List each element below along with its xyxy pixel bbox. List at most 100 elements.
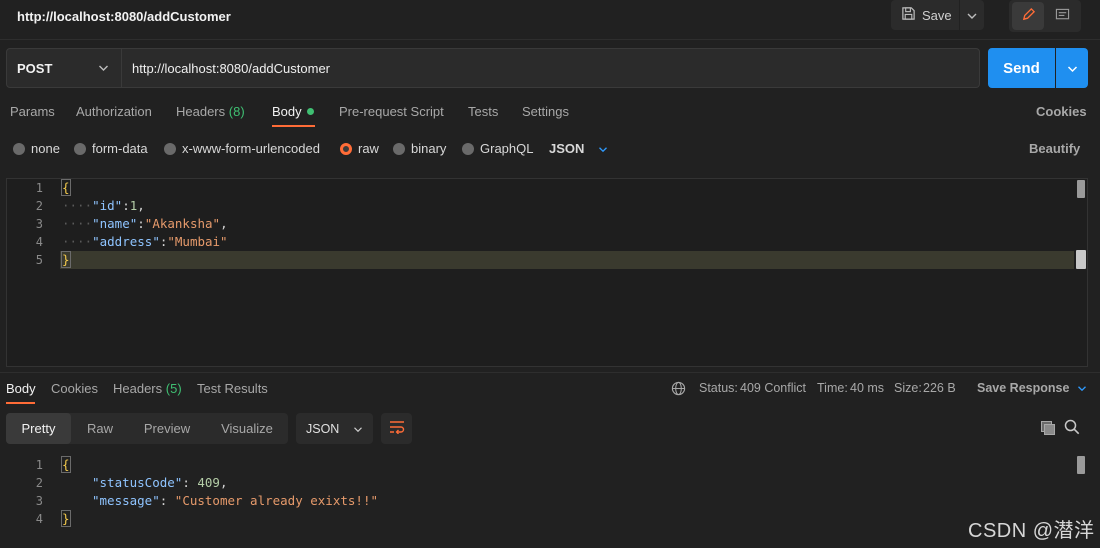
indent-guide: ···· bbox=[62, 234, 93, 249]
radio-none[interactable]: none bbox=[13, 141, 60, 156]
line-number: 3 bbox=[35, 217, 43, 231]
radio-circle bbox=[393, 142, 405, 155]
request-tab-title[interactable]: http://localhost:8080/addCustomer bbox=[17, 9, 231, 24]
headers-count-badge: (8) bbox=[228, 104, 245, 119]
size-value[interactable]: 226 B bbox=[923, 381, 956, 395]
radio-raw[interactable]: raw bbox=[340, 141, 379, 156]
editor-scrollbar[interactable] bbox=[1077, 180, 1085, 198]
radio-circle-selected bbox=[340, 142, 352, 155]
json-value: 409 bbox=[197, 475, 220, 490]
globe-icon[interactable] bbox=[671, 381, 686, 399]
send-options-button[interactable] bbox=[1056, 48, 1088, 88]
tab-tests[interactable]: Tests bbox=[468, 104, 498, 119]
editor-scroll-marker bbox=[1076, 250, 1086, 269]
close-brace: } bbox=[61, 510, 71, 527]
save-icon bbox=[901, 6, 916, 24]
response-code-line: "statusCode": 409, bbox=[92, 475, 227, 490]
line-number: 1 bbox=[35, 181, 43, 195]
view-tab-raw[interactable]: Raw bbox=[73, 413, 127, 444]
line-number: 4 bbox=[35, 235, 43, 249]
save-button[interactable]: Save bbox=[891, 0, 959, 30]
save-response-label: Save Response bbox=[977, 381, 1070, 395]
line-number: 3 bbox=[35, 494, 43, 508]
view-tab-visualize[interactable]: Visualize bbox=[207, 413, 287, 444]
view-tab-pretty[interactable]: Pretty bbox=[6, 413, 71, 444]
copy-icon[interactable] bbox=[1040, 420, 1056, 439]
code-line: } bbox=[61, 251, 71, 268]
radio-label: GraphQL bbox=[480, 141, 534, 156]
json-key: "name" bbox=[92, 216, 138, 231]
tab-body[interactable]: Body bbox=[272, 104, 314, 119]
status-label: Status: bbox=[699, 381, 738, 395]
beautify-button[interactable]: Beautify bbox=[1029, 141, 1080, 156]
tab-params[interactable]: Params bbox=[10, 104, 55, 119]
response-tab-test-results[interactable]: Test Results bbox=[197, 381, 268, 396]
indent-guide: ···· bbox=[62, 198, 93, 213]
json-value: "Customer already exixts!!" bbox=[174, 493, 378, 508]
wrap-lines-button[interactable] bbox=[381, 413, 412, 444]
send-button[interactable]: Send bbox=[988, 48, 1055, 88]
tab-headers[interactable]: Headers (8) bbox=[176, 104, 245, 119]
time-value[interactable]: 40 ms bbox=[850, 381, 884, 395]
watermark-text: CSDN @潜洋 bbox=[968, 520, 1095, 542]
json-colon: : bbox=[182, 475, 198, 490]
json-key: "statusCode" bbox=[92, 475, 183, 490]
json-colon: : bbox=[137, 216, 145, 231]
tab-body-label: Body bbox=[272, 104, 302, 119]
json-value: "Mumbai" bbox=[167, 234, 228, 249]
json-comma: , bbox=[220, 216, 228, 231]
tab-authorization[interactable]: Authorization bbox=[76, 104, 152, 119]
response-divider[interactable] bbox=[0, 372, 1100, 373]
open-brace: { bbox=[61, 179, 71, 196]
body-format-select[interactable]: JSON bbox=[549, 141, 608, 156]
json-comma: , bbox=[219, 475, 228, 490]
response-code-line: { bbox=[61, 456, 71, 473]
save-options-button[interactable] bbox=[960, 0, 984, 30]
radio-graphql[interactable]: GraphQL bbox=[462, 141, 533, 156]
save-label: Save bbox=[922, 7, 952, 23]
wrap-icon bbox=[389, 420, 405, 437]
json-comma: , bbox=[137, 198, 145, 213]
response-tab-headers[interactable]: Headers (5) bbox=[113, 381, 182, 396]
tab-headers-label: Headers bbox=[176, 104, 226, 119]
search-icon[interactable] bbox=[1064, 419, 1080, 438]
json-key: "address" bbox=[92, 234, 160, 249]
radio-label: none bbox=[31, 141, 60, 156]
radio-circle bbox=[74, 142, 86, 155]
tab-settings[interactable]: Settings bbox=[522, 104, 569, 119]
response-scrollbar[interactable] bbox=[1077, 456, 1085, 474]
chevron-down-icon bbox=[598, 141, 608, 156]
comment-icon bbox=[1055, 8, 1070, 25]
url-value: http://localhost:8080/addCustomer bbox=[132, 60, 331, 76]
view-tab-preview[interactable]: Preview bbox=[131, 413, 203, 444]
response-tab-body[interactable]: Body bbox=[6, 381, 36, 396]
method-label: POST bbox=[17, 60, 53, 76]
status-value[interactable]: 409 Conflict bbox=[740, 381, 806, 395]
tab-prerequest-script[interactable]: Pre-request Script bbox=[339, 104, 444, 119]
time-label: Time: bbox=[817, 381, 848, 395]
chevron-down-icon bbox=[967, 8, 977, 23]
chevron-down-icon bbox=[1077, 381, 1087, 395]
response-tab-cookies[interactable]: Cookies bbox=[51, 381, 98, 396]
response-format-select[interactable]: JSON bbox=[296, 413, 373, 444]
cookies-link[interactable]: Cookies bbox=[1036, 104, 1087, 119]
json-key: "message" bbox=[92, 493, 160, 508]
radio-urlencoded[interactable]: x-www-form-urlencoded bbox=[164, 141, 320, 156]
radio-binary[interactable]: binary bbox=[393, 141, 446, 156]
response-active-underline bbox=[6, 402, 35, 404]
response-code-line: "message": "Customer already exixts!!" bbox=[92, 493, 378, 508]
json-key: "id" bbox=[92, 198, 123, 213]
indent-guide: ···· bbox=[62, 216, 93, 231]
line-number: 2 bbox=[35, 476, 43, 490]
code-line: ····"id":1, bbox=[62, 198, 145, 213]
edit-mode-button[interactable] bbox=[1012, 2, 1044, 30]
json-value: "Akanksha" bbox=[144, 216, 221, 231]
request-body-editor[interactable] bbox=[6, 178, 1088, 367]
radio-form-data[interactable]: form-data bbox=[74, 141, 148, 156]
save-response-button[interactable]: Save Response bbox=[977, 381, 1087, 395]
body-indicator-dot bbox=[306, 108, 314, 115]
chevron-down-icon bbox=[353, 422, 363, 436]
comments-button[interactable] bbox=[1047, 2, 1077, 30]
url-input[interactable]: http://localhost:8080/addCustomer bbox=[122, 48, 980, 88]
line-number: 1 bbox=[35, 458, 43, 472]
